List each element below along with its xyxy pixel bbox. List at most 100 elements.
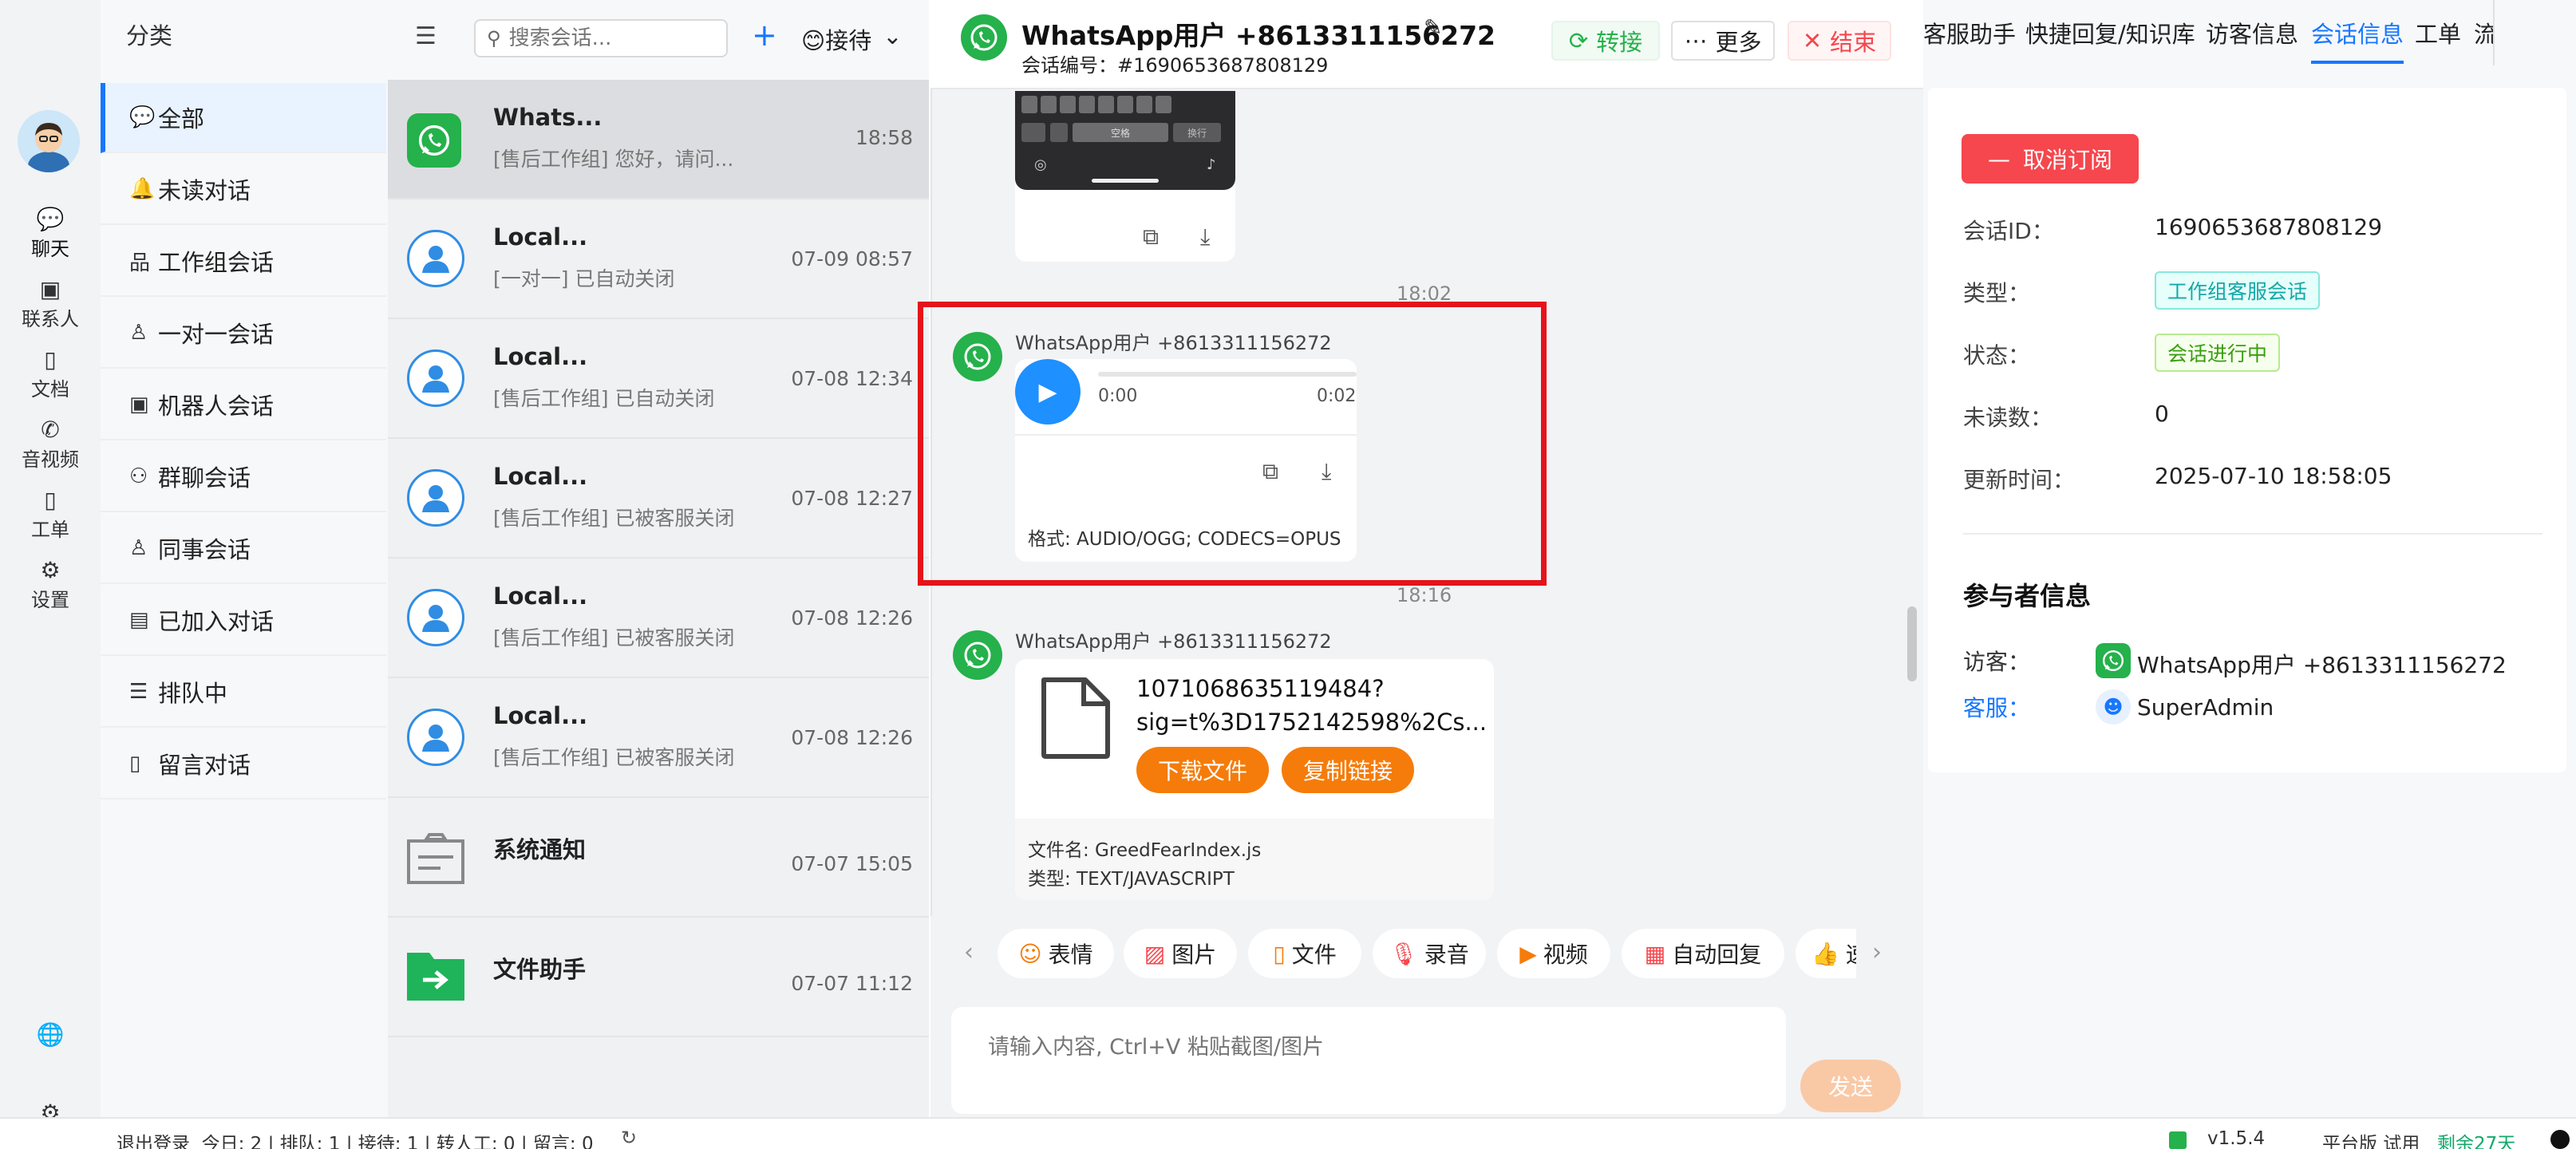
trial-remaining[interactable]: 剩余27天 bbox=[2437, 1128, 2515, 1149]
conversation-item[interactable]: Local... [一对一] 已自动关闭 07-09 08:57 bbox=[388, 199, 929, 319]
sender-name: WhatsApp用户 +8613311156272 bbox=[1015, 630, 1332, 653]
message-input[interactable] bbox=[951, 1007, 1786, 1114]
send-button[interactable]: 发送 bbox=[1800, 1060, 1901, 1112]
conversation-item[interactable]: Local... [售后工作组] 已被客服关闭 07-08 12:26 bbox=[388, 678, 929, 798]
reception-status-dropdown[interactable]: 😊接待 ⌄ bbox=[801, 22, 903, 56]
status-text: 退出登录 今日: 2 | 排队: 1 | 接待: 1 | 转人工: 0 | 留言… bbox=[117, 1134, 594, 1149]
ticket-icon: ▯ bbox=[44, 487, 57, 513]
category-label: 机器人会话 bbox=[158, 393, 275, 420]
check-icon bbox=[2169, 1131, 2187, 1149]
queue-icon: ☰ bbox=[129, 680, 148, 704]
download-file-button[interactable]: 下载文件 bbox=[1136, 747, 1269, 793]
emoji-label: 表情 bbox=[1048, 942, 1093, 968]
emoji-button[interactable]: ☺ 表情 bbox=[998, 929, 1114, 978]
chevron-left-icon[interactable]: ‹ bbox=[964, 938, 974, 966]
category-item[interactable]: 💬 全部 bbox=[101, 83, 386, 153]
nav-contacts[interactable]: ▣ 联系人 bbox=[0, 276, 101, 331]
image-button[interactable]: ▨ 图片 bbox=[1124, 929, 1237, 978]
unsubscribe-button[interactable]: — 取消订阅 bbox=[1962, 134, 2139, 184]
conversation-item[interactable]: Local... [售后工作组] 已被客服关闭 07-08 12:27 bbox=[388, 439, 929, 559]
whatsapp-icon bbox=[407, 113, 461, 168]
conversation-name: Local... bbox=[493, 463, 588, 490]
chevron-right-icon[interactable]: › bbox=[1872, 938, 1882, 966]
tab-5[interactable]: 流 bbox=[2474, 16, 2493, 49]
search-input[interactable] bbox=[508, 26, 701, 50]
agent-value[interactable]: SuperAdmin bbox=[2137, 694, 2274, 721]
refresh-icon[interactable]: ↻ bbox=[621, 1127, 637, 1149]
version-label: v1.5.4 bbox=[2207, 1128, 2266, 1149]
add-conversation-button[interactable]: + bbox=[752, 18, 777, 53]
category-label: 已加入对话 bbox=[158, 608, 275, 635]
conversation-time: 18:58 bbox=[855, 126, 913, 149]
nav-chat[interactable]: 💬 聊天 bbox=[0, 206, 101, 261]
agent-avatar-icon: ☻ bbox=[2096, 689, 2131, 725]
chat-scrollbar[interactable] bbox=[1907, 606, 1917, 681]
unread-value: 0 bbox=[2155, 401, 2169, 427]
updated-label: 更新时间： bbox=[1963, 467, 2076, 493]
category-item[interactable]: ▯ 留言对话 bbox=[101, 729, 386, 800]
notification-icon bbox=[405, 830, 466, 889]
copy-icon[interactable]: ⧉ bbox=[1143, 223, 1159, 251]
more-button[interactable]: ⋯ 更多 bbox=[1671, 21, 1775, 61]
keyboard-screenshot[interactable]: 空格 换行 ◎ ♪ bbox=[1015, 91, 1235, 190]
conversation-item[interactable]: 文件助手 07-07 11:12 bbox=[388, 918, 929, 1037]
tab-4[interactable]: 工单 bbox=[2415, 16, 2461, 49]
category-item[interactable]: ☰ 排队中 bbox=[101, 657, 386, 728]
tab-3[interactable]: 会话信息 bbox=[2311, 16, 2404, 64]
conversation-preview: [一对一] 已自动关闭 bbox=[493, 267, 675, 290]
nav-docs[interactable]: ▯ 文档 bbox=[0, 346, 101, 401]
conversation-time: 07-08 12:34 bbox=[791, 367, 913, 390]
conversation-time: 07-08 12:26 bbox=[791, 726, 913, 749]
transfer-label: 转接 bbox=[1596, 29, 1643, 56]
category-item[interactable]: ♙ 同事会话 bbox=[101, 514, 386, 584]
conversation-item[interactable]: Whats... [售后工作组] 您好，请问... 18:58 bbox=[388, 80, 929, 199]
transfer-button[interactable]: ⟳ 转接 bbox=[1551, 21, 1660, 61]
updated-value: 2025-07-10 18:58:05 bbox=[2155, 463, 2392, 489]
tab-2[interactable]: 访客信息 bbox=[2206, 16, 2298, 49]
video-label: 视频 bbox=[1543, 942, 1588, 968]
autoreply-button[interactable]: ▦ 自动回复 bbox=[1622, 929, 1784, 978]
nav-settings[interactable]: ⚙ 设置 bbox=[0, 557, 101, 612]
category-label: 群聊会话 bbox=[158, 464, 251, 492]
type-label: 类型： bbox=[1963, 280, 2031, 306]
grid-icon: ▦ bbox=[1644, 940, 1666, 967]
category-label: 留言对话 bbox=[158, 752, 251, 779]
avatar[interactable] bbox=[18, 110, 80, 172]
copy-link-button[interactable]: 复制链接 bbox=[1282, 747, 1414, 793]
conversation-name: Local... bbox=[493, 582, 588, 610]
search-box[interactable]: ⚲ bbox=[474, 19, 728, 57]
file-button[interactable]: ▯ 文件 bbox=[1248, 929, 1361, 978]
tab-1[interactable]: 快捷回复/知识库 bbox=[2025, 16, 2195, 49]
conversation-item[interactable]: Local... [售后工作组] 已自动关闭 07-08 12:34 bbox=[388, 319, 929, 439]
sender-avatar-whatsapp bbox=[953, 630, 1002, 680]
category-item[interactable]: 品工作组会话 bbox=[101, 227, 386, 297]
tab-0[interactable]: 客服助手 bbox=[1923, 16, 2016, 49]
conversation-item[interactable]: 系统通知 07-07 15:05 bbox=[388, 798, 929, 918]
category-item[interactable]: ▣ 机器人会话 bbox=[101, 370, 386, 440]
file-name-line1: 1071068635119484? bbox=[1136, 675, 1385, 702]
video-button[interactable]: ▶ 视频 bbox=[1497, 929, 1610, 978]
end-button[interactable]: ✕ 结束 bbox=[1788, 21, 1891, 61]
github-icon[interactable] bbox=[2550, 1130, 2570, 1149]
nav-ticket[interactable]: ▯ 工单 bbox=[0, 487, 101, 542]
tab-divider bbox=[2493, 0, 2495, 65]
edit-icon[interactable]: ✎ bbox=[1424, 14, 1442, 41]
collapse-menu-icon[interactable]: ☰ bbox=[415, 22, 437, 50]
status-tag: 会话进行中 bbox=[2155, 334, 2281, 372]
org-icon: 品 bbox=[129, 251, 151, 275]
nav-language[interactable]: 🌐 bbox=[0, 1021, 101, 1048]
visitor-value[interactable]: WhatsApp用户 +8613311156272 bbox=[2137, 648, 2507, 680]
conversation-time: 07-07 11:12 bbox=[791, 972, 913, 995]
conversation-time: 07-09 08:57 bbox=[791, 247, 913, 270]
record-button[interactable]: 🎙 录音 bbox=[1373, 929, 1486, 978]
category-item[interactable]: ▤ 已加入对话 bbox=[101, 586, 386, 656]
user-icon bbox=[407, 230, 464, 287]
download-icon[interactable]: ⤓ bbox=[1200, 223, 1210, 251]
category-item[interactable]: 🔔 未读对话 bbox=[101, 155, 386, 225]
conversation-item[interactable]: Local... [售后工作组] 已被客服关闭 07-08 12:26 bbox=[388, 559, 929, 678]
category-item[interactable]: ♙ 一对一会话 bbox=[101, 298, 386, 369]
nav-av[interactable]: ✆ 音视频 bbox=[0, 417, 101, 472]
user-icon: ♙ bbox=[129, 536, 148, 560]
category-item[interactable]: ⚇ 群聊会话 bbox=[101, 442, 386, 512]
quick-like-button[interactable]: 👍速 bbox=[1796, 929, 1856, 978]
